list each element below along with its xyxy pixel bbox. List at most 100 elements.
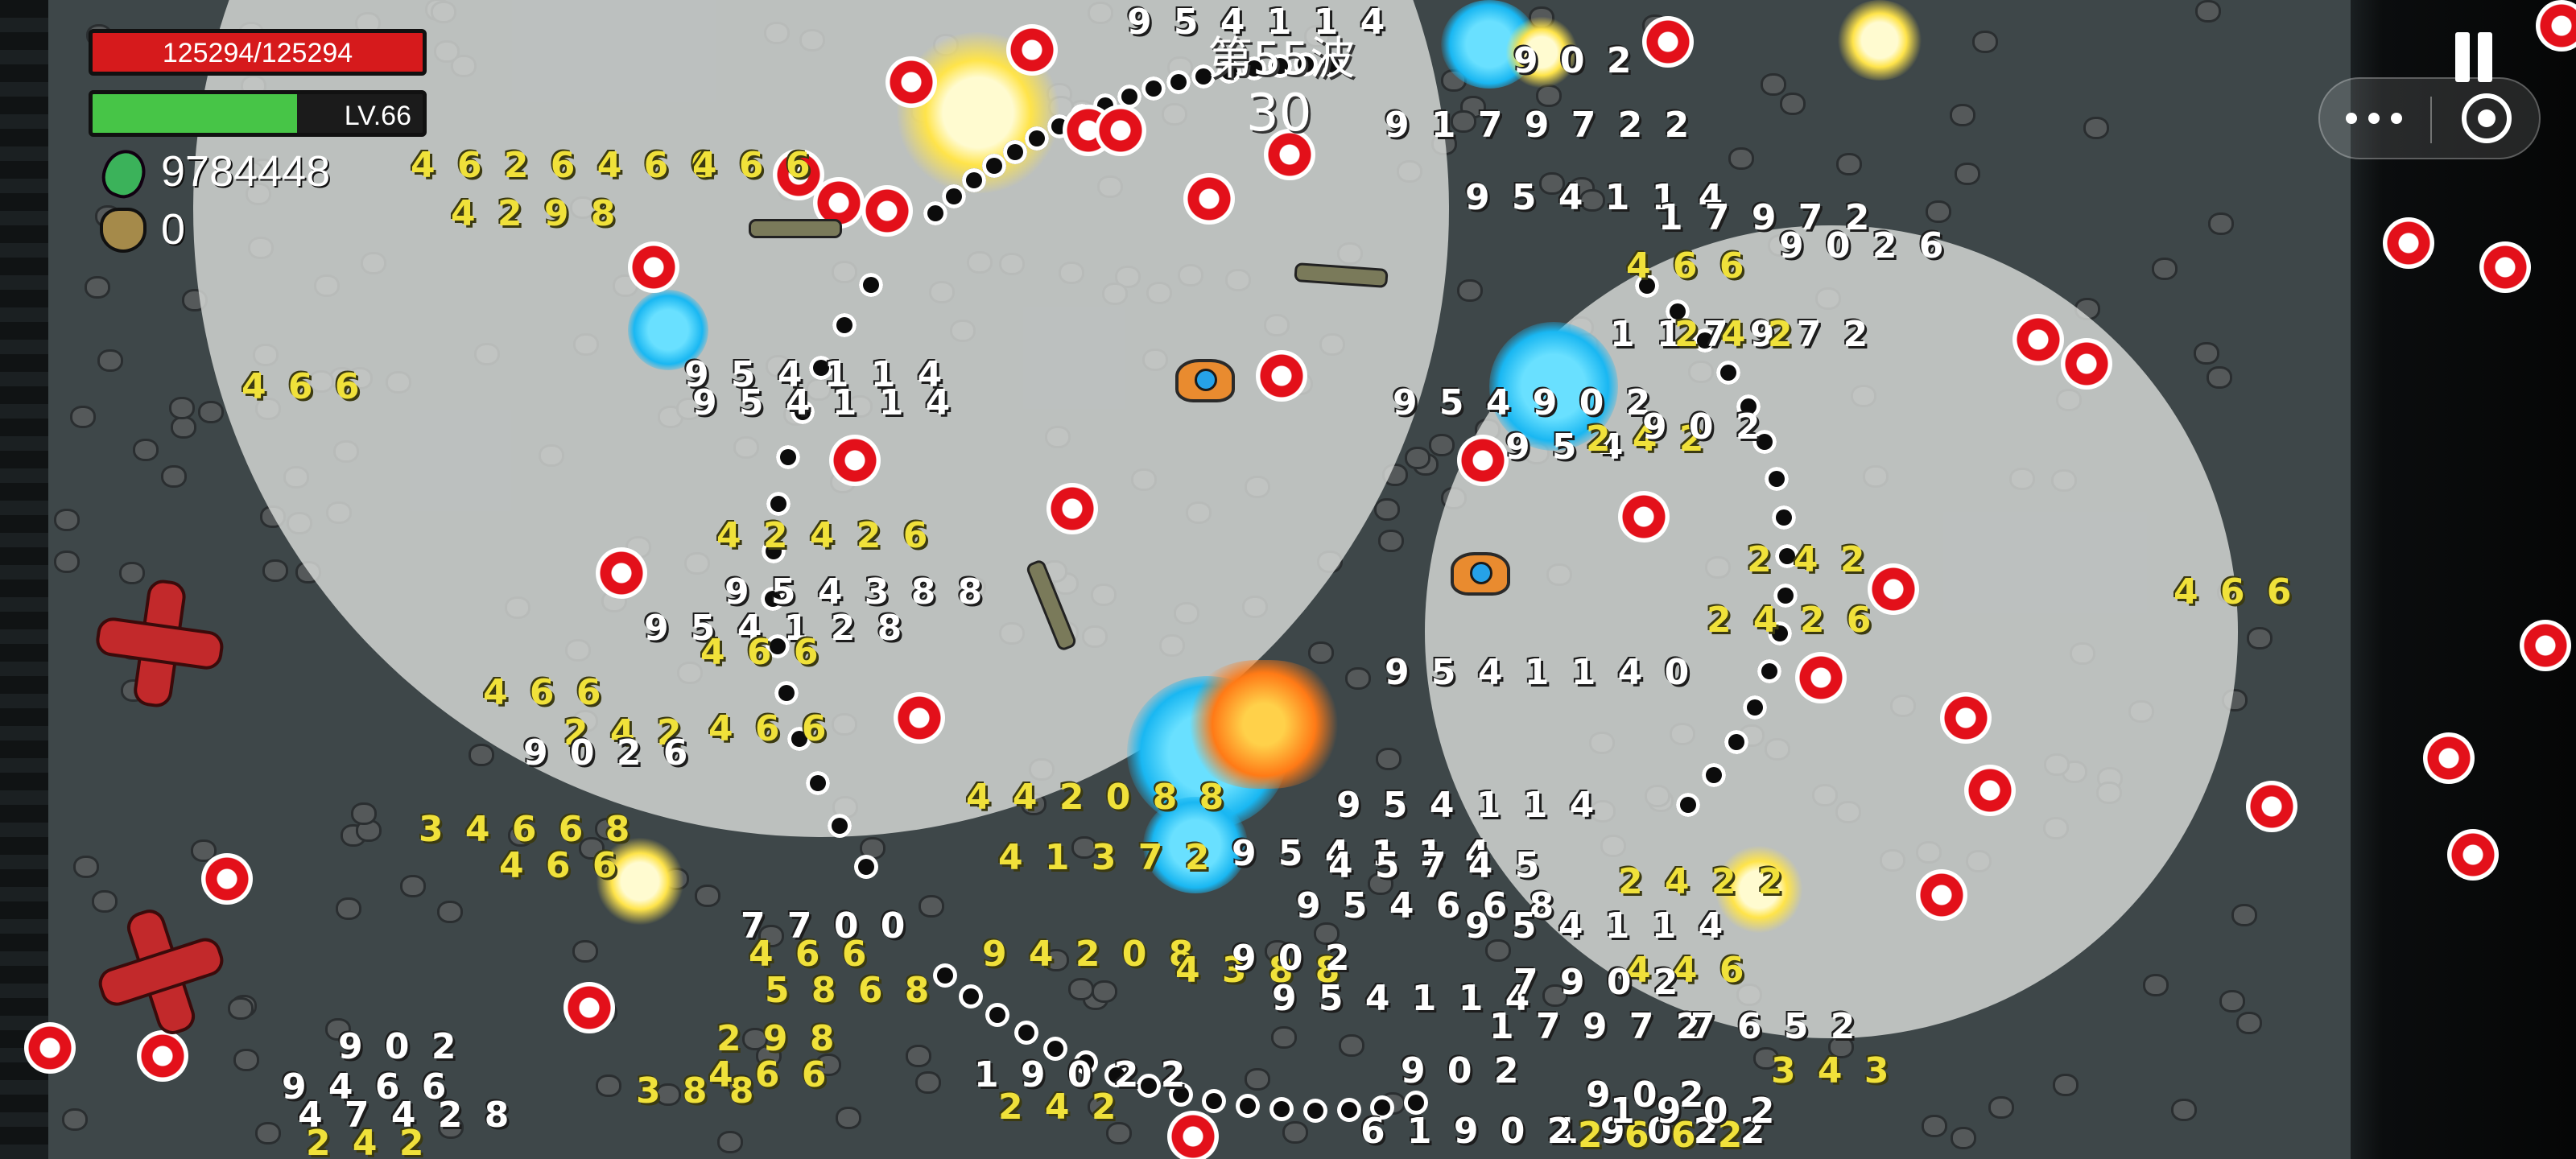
rock [1406, 448, 1428, 467]
target-close-icon[interactable] [2462, 93, 2512, 143]
rock [1731, 149, 1752, 167]
damage-number: 4 6 6 [499, 845, 622, 886]
rock [1838, 155, 1860, 173]
black-bead [853, 854, 878, 879]
rock [56, 511, 78, 530]
fire-burst [1183, 660, 1344, 789]
rock [907, 1046, 929, 1065]
damage-number: 4 6 6 [692, 145, 815, 186]
enemy-orb [1183, 173, 1235, 225]
damage-number: 9 5 4 3 8 8 [724, 571, 988, 612]
rock [258, 1124, 279, 1142]
black-bead [1269, 1097, 1294, 1122]
enemy-orb [24, 1022, 76, 1074]
black-bead [1716, 360, 1741, 385]
lightning-spark [1835, 0, 1924, 80]
rock [56, 552, 78, 571]
rock [86, 278, 108, 296]
damage-number: 9 0 2 [1513, 40, 1637, 81]
enemy-orb [137, 1030, 188, 1082]
black-bead [985, 1003, 1010, 1028]
enemy-orb [1095, 105, 1146, 156]
damage-number: 4 6 6 [2174, 571, 2297, 612]
rock [2210, 214, 2231, 233]
red-shuriken-enemy [80, 893, 233, 1046]
rock [93, 892, 115, 910]
black-bead [1772, 505, 1797, 530]
damage-number: 4 1 3 7 2 [998, 837, 1215, 878]
rock-wall-left [0, 0, 48, 1159]
damage-number: 2 9 8 [716, 1018, 840, 1059]
game-arena[interactable]: 9 5 4 1 1 4 9 0 2 9 1 7 9 7 2 2 9 5 4 1 1 4… [0, 0, 2576, 1159]
rock [1459, 281, 1481, 299]
damage-number: 2 4 2 [998, 1087, 1121, 1128]
rock [2222, 992, 2244, 1010]
damage-number: 9 5 4 1 1 4 [1336, 785, 1600, 826]
more-dots-icon[interactable] [2343, 103, 2407, 135]
rock [1957, 165, 1979, 184]
rock [1377, 500, 1398, 518]
enemy-orb [861, 185, 913, 237]
rock [2173, 1100, 2194, 1119]
rock [1924, 1117, 1946, 1136]
enemy-orb [628, 241, 679, 293]
enemy-orb [1940, 692, 1992, 744]
rock [1927, 202, 1949, 221]
damage-number: 4 6 6 [1626, 245, 1749, 287]
rock [1380, 532, 1402, 551]
enemy-orb [886, 56, 937, 108]
damage-number: 4 6 6 [708, 1054, 832, 1095]
damage-number: 3 4 6 6 8 [419, 809, 635, 850]
damage-number: 7 9 0 2 [1513, 962, 1683, 1003]
rock [2145, 976, 2167, 995]
damage-number: 4 6 6 [708, 708, 832, 749]
black-bead [1336, 1098, 1361, 1123]
hp-bar: 125294/125294 [89, 29, 427, 76]
damage-number: 4 4 2 0 8 8 [966, 777, 1229, 818]
rock [64, 1110, 86, 1128]
black-bead [859, 273, 884, 298]
rock [2238, 1013, 2260, 1032]
damage-number: 2 4 2 [306, 1123, 429, 1159]
damage-number: 1 7 9 7 2 [1489, 1006, 1706, 1047]
enemy-orb [2447, 829, 2499, 881]
enemy-orb [2013, 314, 2064, 365]
enemy-orb [564, 982, 615, 1033]
damage-number: 9 5 4 1 1 4 0 [1385, 652, 1695, 693]
xp-bar: LV.66 [89, 90, 427, 137]
enemy-orb [2520, 620, 2571, 671]
damage-number: 2 4 2 6 [1707, 600, 1876, 641]
rock [171, 399, 192, 418]
money-bag-icon [100, 208, 147, 253]
rock [235, 1051, 257, 1069]
rock [2055, 1075, 2077, 1094]
rock [75, 858, 97, 876]
rock [2153, 259, 2175, 278]
rock [1975, 32, 1996, 51]
black-bead [932, 963, 957, 988]
rock [1094, 982, 1116, 1000]
hp-text: 125294/125294 [162, 38, 353, 68]
damage-number: 2 4 2 [1674, 314, 1798, 355]
rock [1431, 435, 1453, 454]
damage-number: 9 0 2 [1401, 1050, 1524, 1091]
rock [720, 1132, 741, 1151]
rock [338, 900, 360, 918]
rock [1762, 76, 1784, 94]
enemy-orb [2423, 732, 2475, 784]
black-bead [1013, 1020, 1038, 1045]
rock [918, 1073, 939, 1091]
red-shuriken-enemy [89, 571, 225, 707]
damage-number: 9 0 2 [1232, 938, 1355, 979]
rock [2195, 344, 2217, 363]
damage-number: 6 1 9 0 2 [1360, 1111, 1577, 1152]
damage-number: 9 0 2 6 [1779, 225, 1949, 266]
capsule-divider [2430, 97, 2432, 143]
rock [1285, 1123, 1307, 1141]
black-bead [832, 313, 857, 338]
rock [192, 841, 214, 860]
damage-number: 4 2 4 2 6 [716, 515, 933, 556]
gem-count: 9784448 [161, 147, 331, 196]
rock [99, 351, 121, 369]
enemy-orb [2383, 217, 2434, 269]
